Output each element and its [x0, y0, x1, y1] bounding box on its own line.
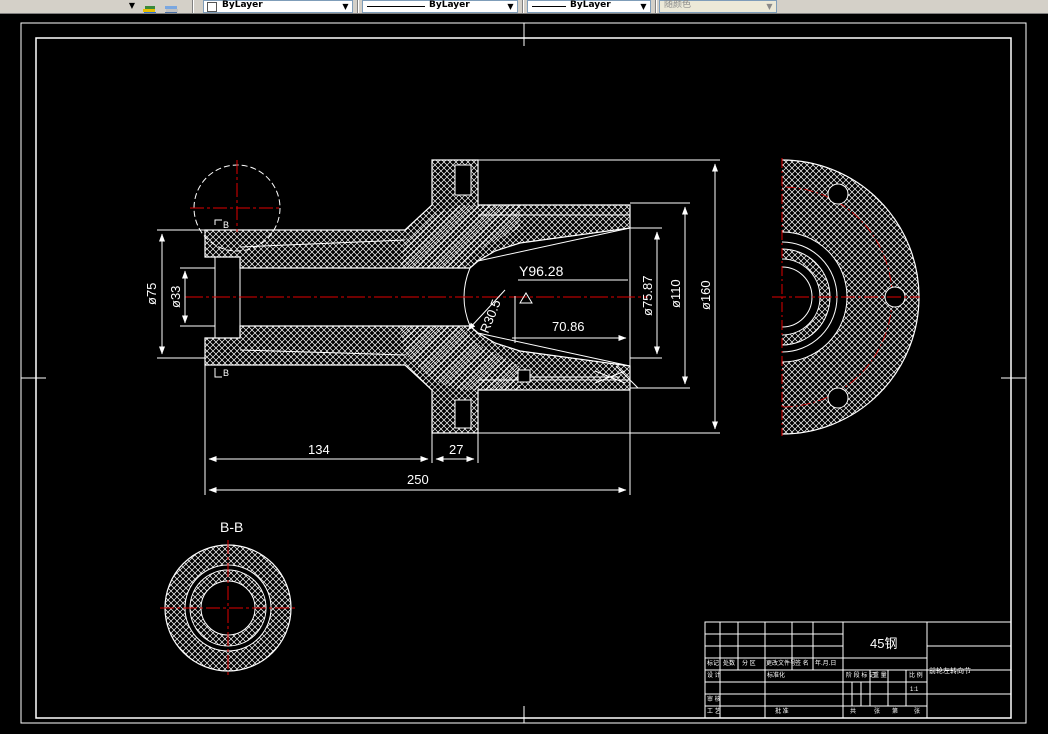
dim-dia-75: ø75: [144, 283, 159, 305]
properties-toolbar: ▼ ByLayer ▼ ByLayer ▼ ByLayer ▼ 随颜色 ▼: [0, 0, 1048, 14]
toolbar-separator: [655, 0, 657, 13]
tb-h-zone: 分 区: [742, 659, 756, 667]
tb-h-check: 审 核: [707, 695, 721, 703]
section-bb-view: B-B: [160, 519, 296, 676]
tb-h-sheet2: 张: [914, 707, 920, 715]
tb-h-weight: 重 量: [873, 671, 887, 679]
color-control-combo[interactable]: ByLayer ▼: [203, 0, 353, 13]
tb-h-docno: 更改文件号: [766, 659, 796, 667]
dim-dia-110: ø110: [668, 279, 683, 308]
color-combo-value: ByLayer: [222, 0, 263, 10]
lineweight-swatch-icon: [532, 6, 566, 7]
toolbar-separator: [522, 0, 524, 13]
plotstyle-combo-value: 随颜色: [664, 0, 692, 10]
tb-h-date: 年.月.日: [815, 659, 836, 667]
lineweight-control-combo[interactable]: ByLayer ▼: [527, 0, 651, 13]
title-block-texts: 45钢 前轮左转向节 标记 处数 分 区 更改文件号 签 名 年.月.日 设 计…: [707, 636, 971, 715]
side-view: [772, 158, 920, 436]
drawing-canvas[interactable]: B B ø75 ø33 Y96.28 R30.5 ø75.87 ø110 ø16…: [0, 14, 1048, 734]
linetype-control-combo[interactable]: ByLayer ▼: [362, 0, 518, 13]
tb-h-mark: 标记: [707, 659, 719, 667]
tb-h-design: 设 计: [707, 671, 721, 679]
section-bb-label: B-B: [220, 519, 243, 535]
toolbar-separator: [192, 0, 194, 13]
datum-triangle-icon: [519, 292, 533, 304]
section-marker-top: B: [223, 220, 229, 230]
tb-h-sheet: 张: [874, 707, 880, 715]
chevron-down-icon[interactable]: ▼: [505, 1, 516, 12]
tb-h-sign: 签 名: [795, 659, 809, 667]
dim-len-134: 134: [308, 442, 330, 457]
dim-len-70-86: 70.86: [552, 319, 585, 334]
tb-h-approve: 批 准: [775, 707, 789, 715]
title-material: 45钢: [870, 636, 897, 651]
layer-dropdown-arrow-icon[interactable]: ▼: [126, 0, 138, 13]
tb-h-stage: 阶 段 标 记: [846, 671, 875, 679]
dim-y-96-28: Y96.28: [519, 263, 564, 279]
tb-scale-value: 1:1: [910, 687, 919, 693]
dim-dia-75-87: ø75.87: [640, 276, 655, 316]
toolbar-separator: [357, 0, 359, 13]
dim-len-250: 250: [407, 472, 429, 487]
section-marker-bottom-group: B: [214, 368, 229, 378]
plotstyle-control-combo[interactable]: 随颜色 ▼: [659, 0, 777, 13]
dim-len-27: 27: [449, 442, 463, 457]
linetype-combo-value: ByLayer: [429, 0, 470, 10]
chevron-down-icon[interactable]: ▼: [638, 1, 649, 12]
tb-h-sheetno: 第: [892, 707, 898, 715]
layer-previous-icon[interactable]: [142, 1, 158, 13]
layer-states-icon[interactable]: [164, 1, 180, 13]
section-marker-bottom: B: [223, 368, 229, 378]
linetype-swatch-icon: [367, 6, 425, 7]
tb-h-scale: 比 例: [909, 671, 923, 679]
lineweight-combo-value: ByLayer: [570, 0, 611, 10]
dim-dia-33: ø33: [168, 286, 183, 308]
tb-h-standard: 标准化: [767, 671, 785, 679]
color-swatch-icon: [207, 2, 217, 12]
tb-h-count: 处数: [723, 659, 735, 667]
hatch-flange-core: [400, 205, 520, 268]
chevron-down-icon[interactable]: ▼: [764, 1, 775, 12]
tb-h-process: 工 艺: [707, 707, 721, 715]
main-section-view: [185, 159, 648, 434]
chevron-down-icon[interactable]: ▼: [340, 1, 351, 12]
title-part-name: 前轮左转向节: [929, 666, 971, 675]
tb-h-sheets: 共: [850, 707, 856, 715]
dim-dia-160: ø160: [698, 280, 713, 310]
